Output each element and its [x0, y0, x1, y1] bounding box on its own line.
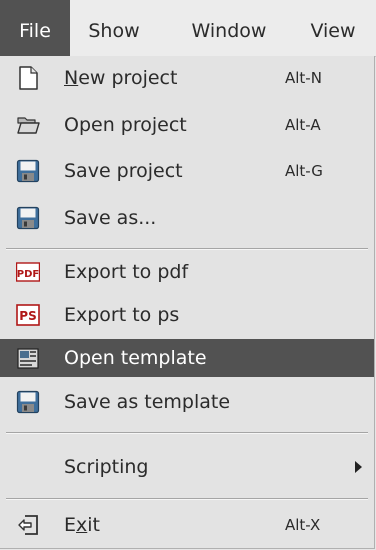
shortcut-label: Alt-N — [285, 69, 322, 87]
menu-item-new-project[interactable]: New project Alt-N — [0, 59, 374, 97]
menu-item-label: Scripting — [64, 456, 149, 478]
menu-view-label: View — [310, 20, 356, 42]
shortcut-label: Alt-A — [285, 116, 321, 134]
shortcut-label: Alt-X — [285, 516, 321, 534]
menu-file-label: File — [19, 20, 51, 42]
menu-item-label: Save as... — [64, 207, 157, 229]
svg-text:PS: PS — [19, 309, 36, 323]
application-window: File Show Window View New project Alt-N — [0, 0, 376, 550]
menu-item-label: Open template — [64, 347, 207, 369]
menu-window-label: Window — [191, 20, 267, 42]
menu-item-save-project[interactable]: Save project Alt-G — [0, 152, 374, 190]
shortcut-label: Alt-G — [285, 162, 323, 180]
menu-bar: File Show Window View — [0, 0, 376, 57]
menu-separator — [6, 248, 368, 250]
menu-item-save-as[interactable]: Save as... — [0, 199, 374, 237]
mnemonic-letter: N — [64, 67, 79, 89]
menu-item-label: Exit — [64, 514, 100, 536]
menu-item-export-pdf[interactable]: PDF Export to pdf — [0, 253, 374, 291]
menu-item-open-template[interactable]: Open template — [0, 339, 374, 377]
floppy-disk-icon — [16, 159, 40, 183]
menu-item-save-as-template[interactable]: Save as template — [0, 383, 374, 421]
exit-icon — [16, 513, 40, 537]
svg-text:PDF: PDF — [17, 269, 39, 280]
menu-item-label: Export to pdf — [64, 261, 189, 283]
folder-open-icon — [16, 113, 40, 137]
menu-item-label: New project — [64, 67, 178, 89]
menu-item-scripting[interactable]: Scripting — [0, 448, 374, 486]
menu-item-open-project[interactable]: Open project Alt-A — [0, 106, 374, 144]
file-dropdown-menu: New project Alt-N Open project Alt-A Sav… — [0, 56, 375, 549]
menu-show-label: Show — [88, 20, 140, 42]
menu-item-label: Save project — [64, 160, 183, 182]
menu-item-label: Export to ps — [64, 304, 180, 326]
menu-show[interactable]: Show — [78, 0, 150, 56]
template-icon — [16, 346, 40, 370]
ps-icon: PS — [16, 303, 40, 327]
pdf-icon: PDF — [15, 260, 41, 284]
menu-window[interactable]: Window — [178, 0, 280, 56]
menu-item-export-ps[interactable]: PS Export to ps — [0, 296, 374, 334]
menu-separator — [6, 432, 368, 434]
menu-item-label: Open project — [64, 114, 187, 136]
mnemonic-letter: x — [76, 514, 88, 536]
floppy-disk-icon — [16, 206, 40, 230]
floppy-disk-icon — [16, 390, 40, 414]
submenu-arrow-icon — [355, 461, 362, 473]
new-document-icon — [16, 66, 40, 90]
menu-view[interactable]: View — [300, 0, 366, 56]
menu-item-label: Save as template — [64, 391, 231, 413]
menu-file[interactable]: File — [0, 0, 70, 56]
menu-separator — [6, 498, 368, 500]
menu-item-exit[interactable]: Exit Alt-X — [0, 506, 374, 544]
